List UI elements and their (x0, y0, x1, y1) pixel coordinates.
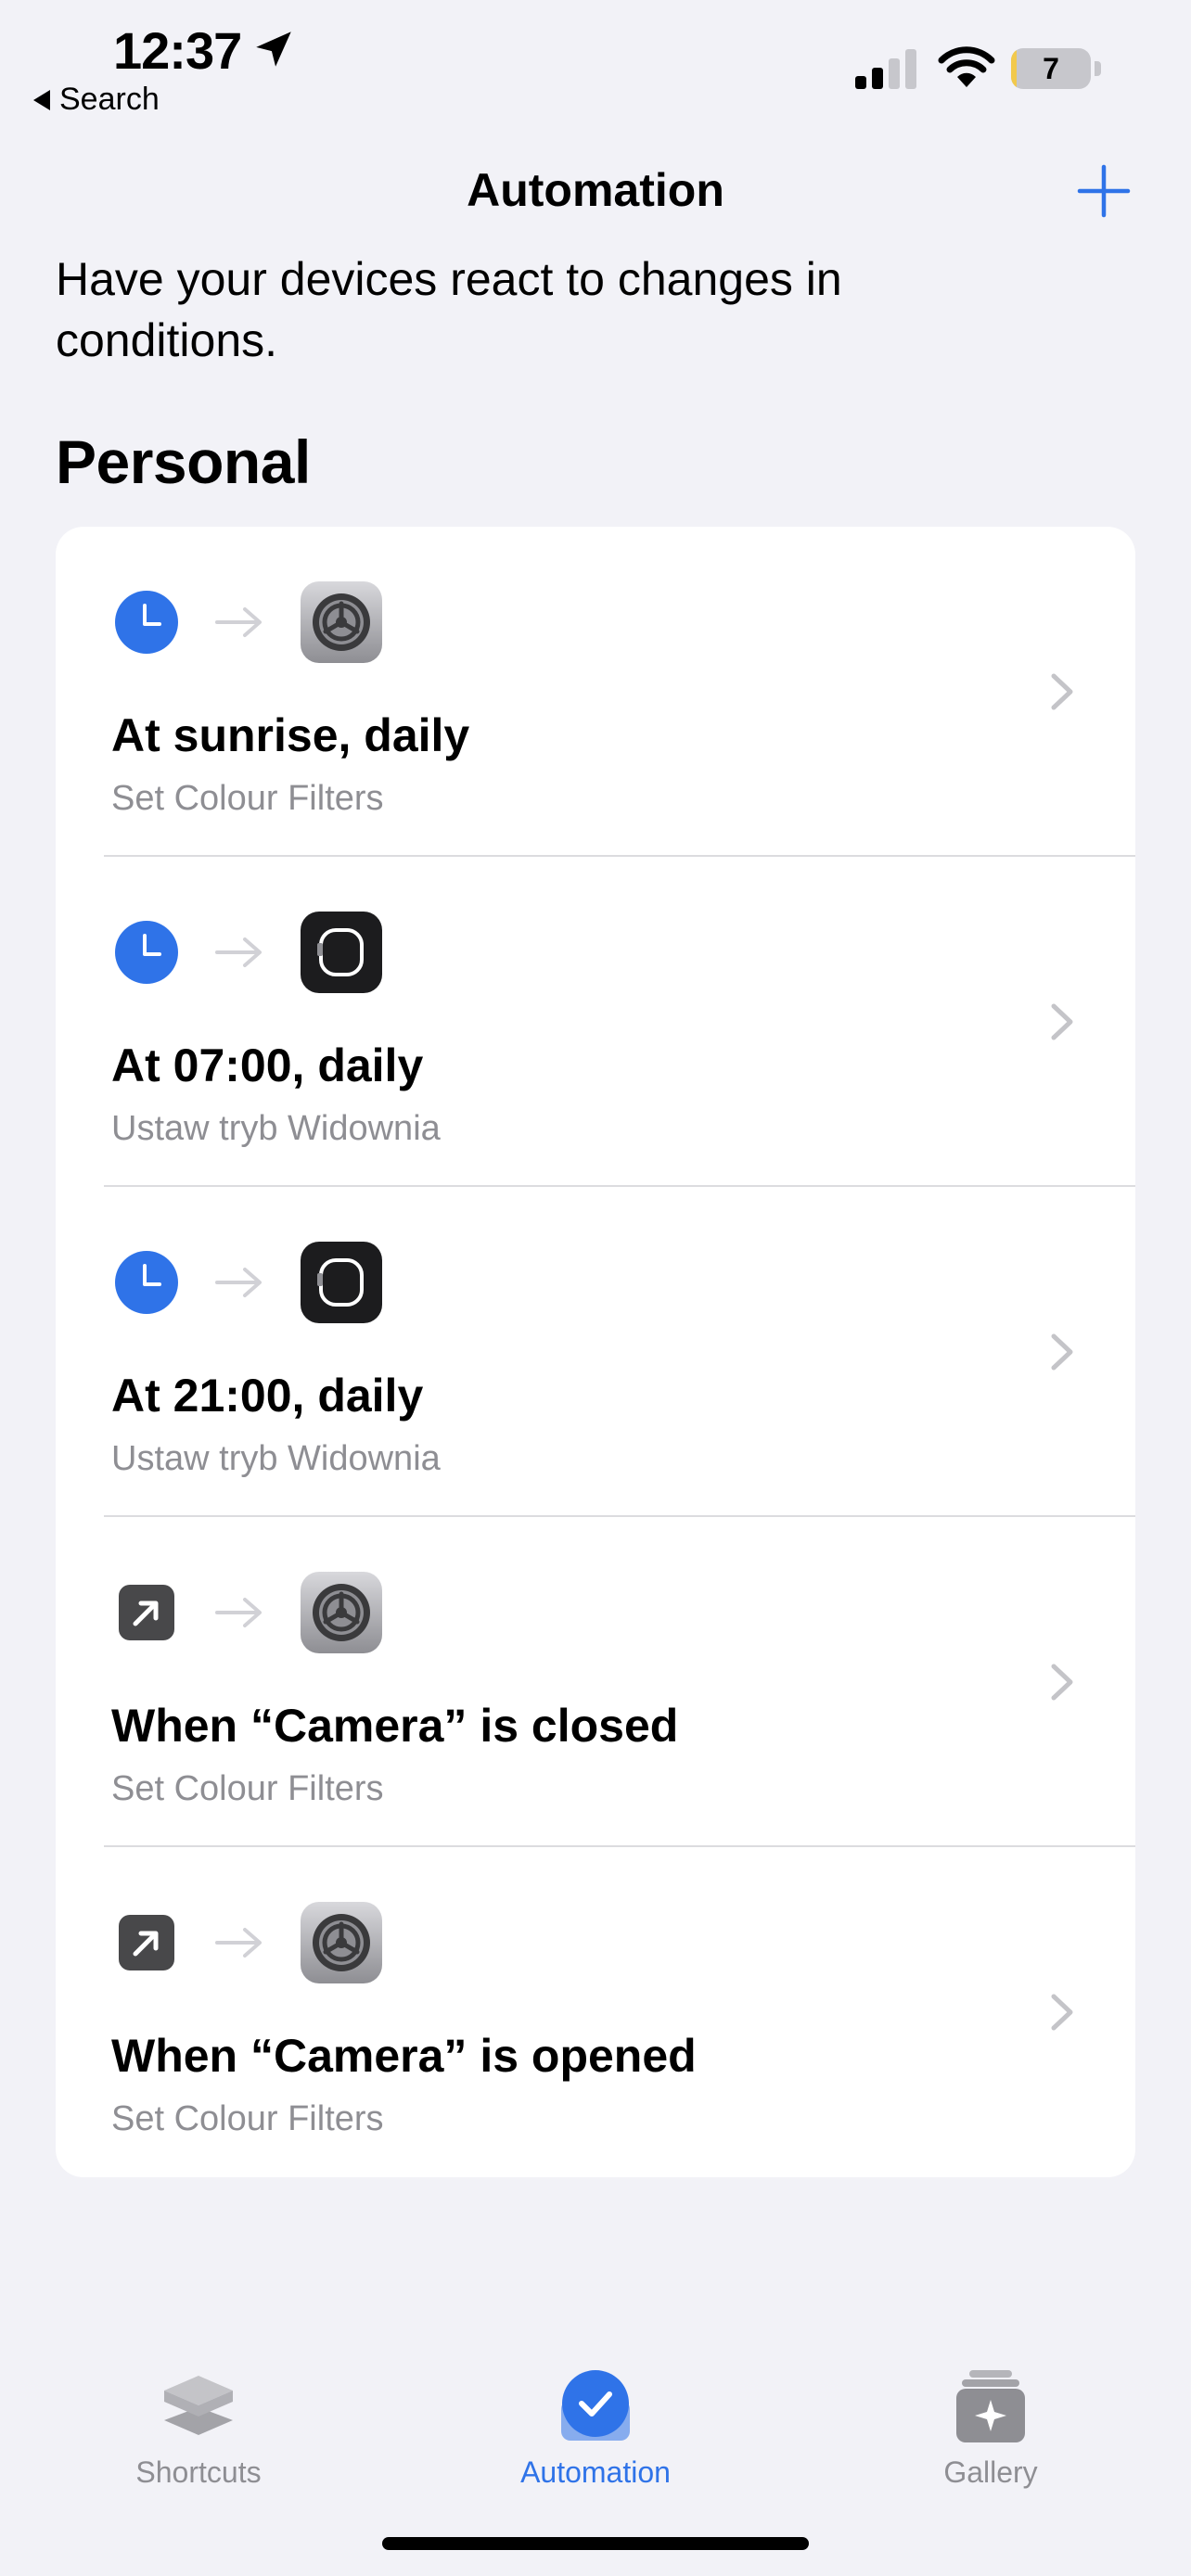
chevron-right-icon (1051, 1994, 1073, 2031)
app-open-icon (119, 1585, 174, 1640)
automation-title: When “Camera” is closed (111, 1700, 679, 1752)
automation-row[interactable]: When “Camera” is closed Set Colour Filte… (56, 1517, 1135, 1847)
settings-icon (301, 581, 382, 663)
tab-gallery[interactable]: Gallery (870, 2365, 1111, 2490)
chevron-right-icon (1051, 1333, 1073, 1371)
automation-action: Ustaw tryb Widownia (111, 1109, 441, 1148)
settings-icon (301, 1572, 382, 1653)
row-icons (115, 1901, 382, 1984)
battery-tip (1095, 61, 1101, 76)
automation-action: Set Colour Filters (111, 2099, 384, 2138)
automation-check-icon (561, 2370, 630, 2441)
watch-icon (301, 1242, 382, 1323)
automation-row[interactable]: At 07:00, daily Ustaw tryb Widownia (56, 857, 1135, 1187)
arrow-right-icon (215, 1598, 262, 1627)
row-icons (115, 580, 382, 664)
shortcuts-icon (164, 2376, 233, 2435)
back-triangle-icon (33, 89, 50, 110)
clock-icon (115, 1251, 178, 1314)
battery-body: 7 (1011, 48, 1091, 89)
automation-title: At 21:00, daily (111, 1370, 424, 1422)
automation-row[interactable]: At sunrise, daily Set Colour Filters (56, 527, 1135, 857)
location-arrow-icon (256, 32, 291, 67)
home-indicator (382, 2537, 809, 2550)
tab-label: Shortcuts (135, 2455, 262, 2489)
battery-level: 7 (1043, 52, 1059, 85)
arrow-right-icon (215, 1928, 262, 1958)
arrow-right-icon (215, 1268, 262, 1297)
row-icons (115, 1571, 382, 1654)
row-icons (115, 1241, 382, 1324)
cellular-signal-icon (855, 49, 916, 89)
chevron-right-icon (1051, 1664, 1073, 1701)
wifi-icon (938, 46, 995, 87)
tab-shortcuts[interactable]: Shortcuts (78, 2365, 319, 2490)
chevron-right-icon (1051, 673, 1073, 710)
gallery-icon (956, 2370, 1025, 2442)
tab-label: Automation (520, 2455, 671, 2489)
automation-title: At 07:00, daily (111, 1039, 424, 1091)
watch-icon (301, 912, 382, 993)
automation-action: Ustaw tryb Widownia (111, 1439, 441, 1478)
status-time: 12:37 (113, 21, 242, 80)
status-bar: 12:37 Search 7 (0, 0, 1191, 130)
row-icons (115, 911, 382, 994)
automation-title: At sunrise, daily (111, 709, 470, 761)
automation-row[interactable]: When “Camera” is opened Set Colour Filte… (56, 1847, 1135, 2177)
clock-icon (115, 591, 178, 654)
battery-indicator: 7 (1011, 48, 1102, 91)
clock-icon (115, 921, 178, 984)
chevron-right-icon (1051, 1003, 1073, 1040)
back-label: Search (59, 82, 160, 117)
tab-automation[interactable]: Automation (475, 2365, 716, 2490)
automation-row[interactable]: At 21:00, daily Ustaw tryb Widownia (56, 1187, 1135, 1517)
automation-list: At sunrise, daily Set Colour Filters At … (56, 527, 1135, 2177)
section-title: Personal (56, 427, 311, 496)
arrow-right-icon (215, 607, 262, 637)
page-title: Automation (467, 164, 724, 216)
app-open-icon (119, 1915, 174, 1970)
add-automation-button[interactable] (1076, 163, 1132, 219)
back-to-search-button[interactable]: Search (33, 82, 160, 118)
arrow-right-icon (215, 937, 262, 967)
intro-text: Have your devices react to changes in co… (56, 253, 842, 366)
settings-icon (301, 1902, 382, 1983)
tab-label: Gallery (943, 2455, 1038, 2489)
automation-action: Set Colour Filters (111, 779, 384, 818)
automation-title: When “Camera” is opened (111, 2030, 697, 2082)
automation-action: Set Colour Filters (111, 1769, 384, 1808)
